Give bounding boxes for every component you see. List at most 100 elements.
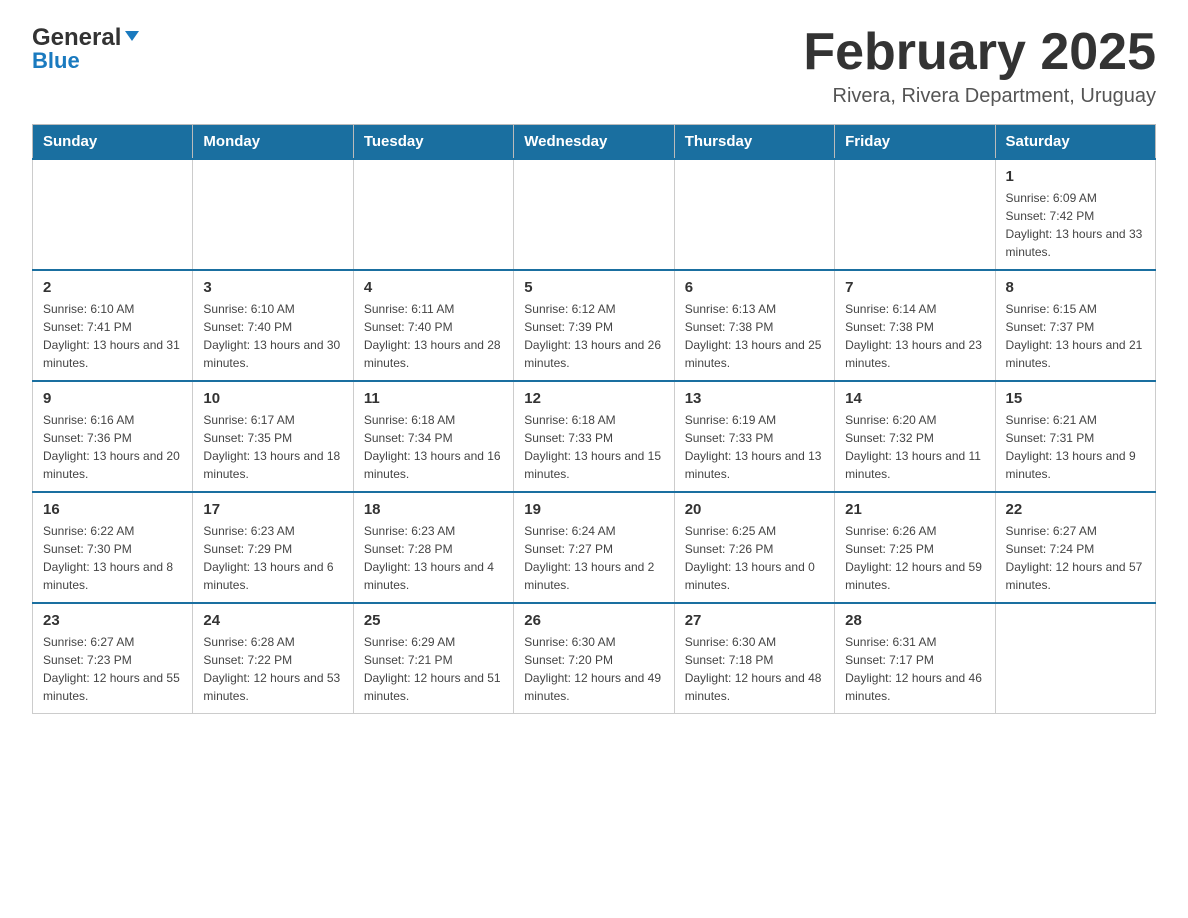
col-wednesday: Wednesday	[514, 125, 674, 160]
col-thursday: Thursday	[674, 125, 834, 160]
col-monday: Monday	[193, 125, 353, 160]
title-block: February 2025 Rivera, Rivera Department,…	[803, 24, 1156, 108]
table-row	[835, 159, 995, 270]
day-number: 27	[685, 612, 824, 629]
day-info: Sunrise: 6:28 AMSunset: 7:22 PMDaylight:…	[203, 635, 340, 703]
calendar-week-row: 1 Sunrise: 6:09 AMSunset: 7:42 PMDayligh…	[33, 159, 1156, 270]
day-info: Sunrise: 6:23 AMSunset: 7:28 PMDaylight:…	[364, 524, 494, 592]
day-number: 26	[524, 612, 663, 629]
calendar-header-row: Sunday Monday Tuesday Wednesday Thursday…	[33, 125, 1156, 160]
day-info: Sunrise: 6:27 AMSunset: 7:23 PMDaylight:…	[43, 635, 180, 703]
table-row: 14 Sunrise: 6:20 AMSunset: 7:32 PMDaylig…	[835, 381, 995, 492]
calendar-title: February 2025	[803, 24, 1156, 81]
col-tuesday: Tuesday	[353, 125, 513, 160]
table-row: 16 Sunrise: 6:22 AMSunset: 7:30 PMDaylig…	[33, 492, 193, 603]
day-info: Sunrise: 6:20 AMSunset: 7:32 PMDaylight:…	[845, 413, 981, 481]
calendar-table: Sunday Monday Tuesday Wednesday Thursday…	[32, 124, 1156, 714]
table-row: 19 Sunrise: 6:24 AMSunset: 7:27 PMDaylig…	[514, 492, 674, 603]
day-number: 16	[43, 501, 182, 518]
table-row: 5 Sunrise: 6:12 AMSunset: 7:39 PMDayligh…	[514, 270, 674, 381]
table-row	[995, 603, 1155, 714]
table-row	[514, 159, 674, 270]
col-sunday: Sunday	[33, 125, 193, 160]
page-header: General Blue February 2025 Rivera, River…	[32, 24, 1156, 108]
day-info: Sunrise: 6:13 AMSunset: 7:38 PMDaylight:…	[685, 302, 822, 370]
day-number: 8	[1006, 279, 1145, 296]
day-info: Sunrise: 6:23 AMSunset: 7:29 PMDaylight:…	[203, 524, 333, 592]
calendar-week-row: 9 Sunrise: 6:16 AMSunset: 7:36 PMDayligh…	[33, 381, 1156, 492]
day-number: 20	[685, 501, 824, 518]
table-row: 26 Sunrise: 6:30 AMSunset: 7:20 PMDaylig…	[514, 603, 674, 714]
table-row: 22 Sunrise: 6:27 AMSunset: 7:24 PMDaylig…	[995, 492, 1155, 603]
table-row: 1 Sunrise: 6:09 AMSunset: 7:42 PMDayligh…	[995, 159, 1155, 270]
day-info: Sunrise: 6:27 AMSunset: 7:24 PMDaylight:…	[1006, 524, 1143, 592]
table-row: 21 Sunrise: 6:26 AMSunset: 7:25 PMDaylig…	[835, 492, 995, 603]
day-number: 28	[845, 612, 984, 629]
table-row: 25 Sunrise: 6:29 AMSunset: 7:21 PMDaylig…	[353, 603, 513, 714]
day-number: 4	[364, 279, 503, 296]
table-row	[674, 159, 834, 270]
table-row: 9 Sunrise: 6:16 AMSunset: 7:36 PMDayligh…	[33, 381, 193, 492]
day-info: Sunrise: 6:21 AMSunset: 7:31 PMDaylight:…	[1006, 413, 1136, 481]
day-number: 23	[43, 612, 182, 629]
day-info: Sunrise: 6:18 AMSunset: 7:34 PMDaylight:…	[364, 413, 501, 481]
day-number: 1	[1006, 168, 1145, 185]
table-row: 7 Sunrise: 6:14 AMSunset: 7:38 PMDayligh…	[835, 270, 995, 381]
table-row: 17 Sunrise: 6:23 AMSunset: 7:29 PMDaylig…	[193, 492, 353, 603]
table-row: 27 Sunrise: 6:30 AMSunset: 7:18 PMDaylig…	[674, 603, 834, 714]
day-info: Sunrise: 6:16 AMSunset: 7:36 PMDaylight:…	[43, 413, 180, 481]
day-info: Sunrise: 6:31 AMSunset: 7:17 PMDaylight:…	[845, 635, 982, 703]
day-info: Sunrise: 6:24 AMSunset: 7:27 PMDaylight:…	[524, 524, 654, 592]
calendar-week-row: 16 Sunrise: 6:22 AMSunset: 7:30 PMDaylig…	[33, 492, 1156, 603]
day-number: 15	[1006, 390, 1145, 407]
table-row: 24 Sunrise: 6:28 AMSunset: 7:22 PMDaylig…	[193, 603, 353, 714]
day-number: 18	[364, 501, 503, 518]
day-info: Sunrise: 6:10 AMSunset: 7:40 PMDaylight:…	[203, 302, 340, 370]
table-row: 13 Sunrise: 6:19 AMSunset: 7:33 PMDaylig…	[674, 381, 834, 492]
calendar-week-row: 23 Sunrise: 6:27 AMSunset: 7:23 PMDaylig…	[33, 603, 1156, 714]
table-row	[33, 159, 193, 270]
table-row: 2 Sunrise: 6:10 AMSunset: 7:41 PMDayligh…	[33, 270, 193, 381]
day-info: Sunrise: 6:19 AMSunset: 7:33 PMDaylight:…	[685, 413, 822, 481]
day-info: Sunrise: 6:09 AMSunset: 7:42 PMDaylight:…	[1006, 191, 1143, 259]
col-saturday: Saturday	[995, 125, 1155, 160]
day-number: 14	[845, 390, 984, 407]
table-row	[353, 159, 513, 270]
logo: General Blue	[32, 24, 141, 74]
day-number: 5	[524, 279, 663, 296]
logo-blue-text: Blue	[32, 48, 80, 74]
logo-arrow-icon	[123, 27, 141, 50]
col-friday: Friday	[835, 125, 995, 160]
day-number: 12	[524, 390, 663, 407]
table-row: 12 Sunrise: 6:18 AMSunset: 7:33 PMDaylig…	[514, 381, 674, 492]
day-number: 24	[203, 612, 342, 629]
day-info: Sunrise: 6:30 AMSunset: 7:20 PMDaylight:…	[524, 635, 661, 703]
table-row: 18 Sunrise: 6:23 AMSunset: 7:28 PMDaylig…	[353, 492, 513, 603]
table-row: 6 Sunrise: 6:13 AMSunset: 7:38 PMDayligh…	[674, 270, 834, 381]
calendar-week-row: 2 Sunrise: 6:10 AMSunset: 7:41 PMDayligh…	[33, 270, 1156, 381]
day-info: Sunrise: 6:26 AMSunset: 7:25 PMDaylight:…	[845, 524, 982, 592]
table-row: 3 Sunrise: 6:10 AMSunset: 7:40 PMDayligh…	[193, 270, 353, 381]
day-number: 22	[1006, 501, 1145, 518]
day-number: 11	[364, 390, 503, 407]
day-info: Sunrise: 6:17 AMSunset: 7:35 PMDaylight:…	[203, 413, 340, 481]
calendar-subtitle: Rivera, Rivera Department, Uruguay	[803, 85, 1156, 108]
day-number: 13	[685, 390, 824, 407]
table-row: 23 Sunrise: 6:27 AMSunset: 7:23 PMDaylig…	[33, 603, 193, 714]
day-info: Sunrise: 6:30 AMSunset: 7:18 PMDaylight:…	[685, 635, 822, 703]
table-row	[193, 159, 353, 270]
day-info: Sunrise: 6:10 AMSunset: 7:41 PMDaylight:…	[43, 302, 180, 370]
day-info: Sunrise: 6:12 AMSunset: 7:39 PMDaylight:…	[524, 302, 661, 370]
table-row: 15 Sunrise: 6:21 AMSunset: 7:31 PMDaylig…	[995, 381, 1155, 492]
day-number: 17	[203, 501, 342, 518]
table-row: 8 Sunrise: 6:15 AMSunset: 7:37 PMDayligh…	[995, 270, 1155, 381]
day-number: 25	[364, 612, 503, 629]
table-row: 4 Sunrise: 6:11 AMSunset: 7:40 PMDayligh…	[353, 270, 513, 381]
day-number: 7	[845, 279, 984, 296]
day-info: Sunrise: 6:25 AMSunset: 7:26 PMDaylight:…	[685, 524, 815, 592]
table-row: 20 Sunrise: 6:25 AMSunset: 7:26 PMDaylig…	[674, 492, 834, 603]
day-number: 10	[203, 390, 342, 407]
table-row: 28 Sunrise: 6:31 AMSunset: 7:17 PMDaylig…	[835, 603, 995, 714]
day-info: Sunrise: 6:29 AMSunset: 7:21 PMDaylight:…	[364, 635, 501, 703]
day-info: Sunrise: 6:11 AMSunset: 7:40 PMDaylight:…	[364, 302, 501, 370]
